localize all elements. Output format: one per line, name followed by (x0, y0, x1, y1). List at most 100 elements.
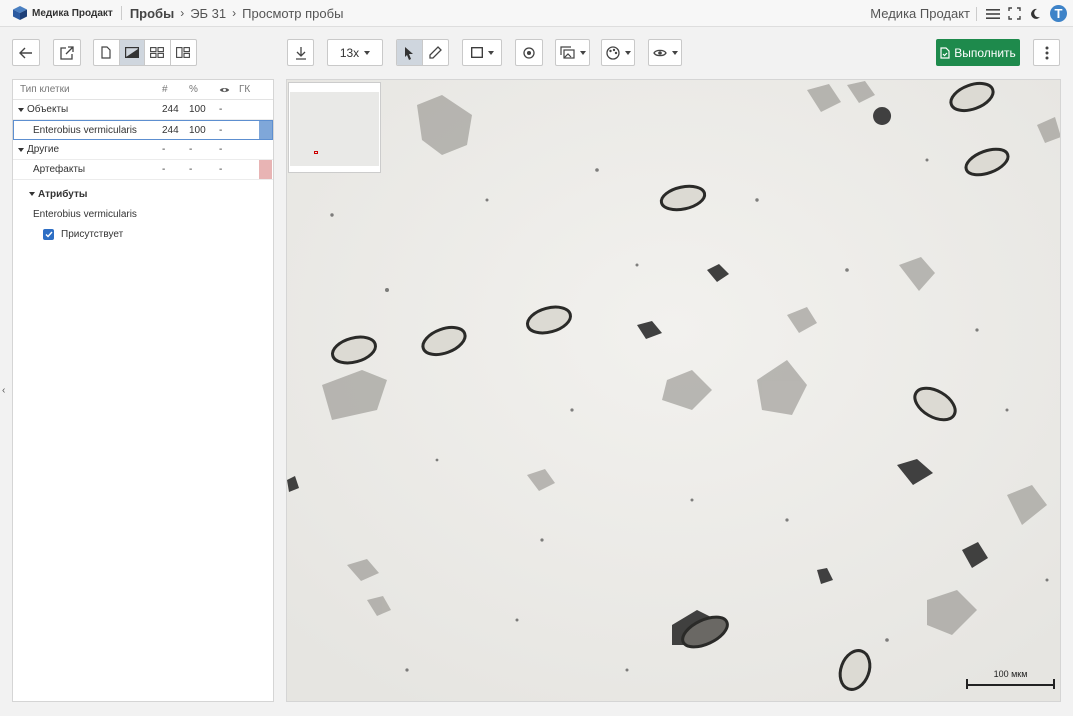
scale-bar-label: 100 мкм (993, 669, 1028, 679)
table-row-artifacts[interactable]: Артефакты - - - (13, 160, 273, 180)
split-view-icon (176, 47, 191, 58)
col-header-visibility (219, 80, 230, 99)
chevron-right-icon: › (180, 6, 185, 20)
kebab-menu-icon (1045, 46, 1048, 59)
present-checkbox[interactable] (43, 228, 54, 240)
attributes-section: Атрибуты Enterobius vermicularis Присутс… (13, 180, 273, 241)
row-percent: - (189, 164, 193, 175)
attribute-class-name: Enterobius vermicularis (33, 208, 137, 220)
chevron-down-icon (624, 50, 631, 55)
checkmark-icon (45, 231, 53, 238)
zoom-value: 13x (339, 45, 360, 60)
download-icon (295, 46, 306, 60)
cursor-icon (405, 46, 414, 60)
minimap-viewport-marker[interactable] (314, 151, 318, 154)
attributes-title: Атрибуты (38, 188, 88, 200)
breadcrumb-current: Просмотр пробы (242, 5, 344, 21)
class-color-swatch[interactable] (259, 121, 272, 139)
logo-text: Медика Продакт (32, 7, 113, 19)
collapse-panel-icon[interactable]: ‹ (2, 385, 5, 396)
row-visibility[interactable]: - (219, 140, 222, 159)
present-checkbox-label: Присутствует (61, 228, 124, 240)
row-visibility[interactable]: - (219, 100, 222, 119)
chevron-right-icon: › (232, 6, 237, 20)
user-avatar[interactable]: T (1050, 5, 1067, 22)
document-icon (101, 46, 111, 59)
arrow-left-icon (19, 47, 32, 58)
triangle-down-icon (18, 107, 24, 112)
present-checkbox-row[interactable]: Присутствует (43, 227, 273, 241)
minimap-image (290, 92, 379, 166)
row-visibility[interactable]: - (219, 160, 222, 179)
select-tool-button[interactable] (397, 40, 423, 65)
fullscreen-icon[interactable] (1005, 5, 1023, 23)
cube-logo-icon (13, 6, 27, 20)
chevron-down-icon (364, 50, 371, 55)
table-row-enterobius[interactable]: Enterobius vermicularis 244 100 - (13, 120, 273, 140)
draw-tool-button[interactable] (423, 40, 448, 65)
view-mode-document-button[interactable] (94, 40, 120, 65)
header-divider (120, 6, 122, 20)
scale-bar-line (966, 684, 1055, 686)
pencil-icon (429, 46, 442, 59)
eye-icon (219, 87, 230, 92)
chevron-down-icon (671, 50, 678, 55)
cell-types-panel: Тип клетки # % ГК Объекты 244 100 - Ente… (12, 79, 274, 702)
eye-icon (652, 49, 667, 56)
app-logo[interactable]: Медика Продакт (12, 5, 113, 21)
row-percent: 100 (189, 104, 206, 115)
triangle-down-icon (29, 192, 35, 196)
table-row-other[interactable]: Другие - - - (13, 140, 273, 160)
view-mode-grid-button[interactable] (145, 40, 171, 65)
target-button[interactable] (515, 39, 543, 66)
row-visibility[interactable]: - (219, 121, 222, 139)
row-count: 244 (162, 124, 179, 136)
table-header: Тип клетки # % ГК (13, 80, 273, 100)
dark-mode-icon[interactable] (1026, 5, 1044, 23)
view-mode-split-button[interactable] (171, 40, 196, 65)
document-check-icon (940, 46, 950, 59)
row-label: Enterobius vermicularis (33, 124, 137, 136)
row-name: Другие (18, 140, 59, 159)
grid-icon (150, 47, 165, 58)
class-color-swatch[interactable] (259, 160, 272, 179)
back-button[interactable] (12, 39, 40, 66)
run-button-label: Выполнить (954, 45, 1016, 60)
tool-group (396, 39, 449, 66)
layers-dropdown[interactable] (555, 39, 590, 66)
header-divider (976, 6, 977, 21)
view-mode-image-button[interactable] (119, 40, 145, 65)
download-button[interactable] (287, 39, 314, 66)
palette-icon (605, 45, 620, 60)
menu-icon[interactable] (984, 5, 1002, 23)
row-count: 244 (162, 104, 179, 115)
breadcrumb-sample-id[interactable]: ЭБ 31 (190, 6, 226, 21)
table-row-objects[interactable]: Объекты 244 100 - (13, 100, 273, 120)
breadcrumb-samples[interactable]: Пробы (130, 6, 174, 21)
microscope-image (287, 80, 1060, 701)
run-button[interactable]: Выполнить (936, 39, 1020, 66)
row-percent: 100 (189, 124, 206, 136)
image-viewer[interactable]: 100 мкм (286, 79, 1061, 702)
col-header-percent: % (189, 84, 198, 95)
palette-dropdown[interactable] (601, 39, 635, 66)
attributes-toggle[interactable]: Атрибуты (29, 187, 273, 201)
open-external-button[interactable] (53, 39, 81, 66)
chevron-down-icon (579, 50, 586, 55)
region-tool-dropdown[interactable] (462, 39, 502, 66)
image-stack-icon (559, 46, 575, 59)
visibility-dropdown[interactable] (648, 39, 682, 66)
external-link-icon (60, 45, 74, 60)
header-right: Медика Продакт T (870, 0, 1067, 27)
col-header-name: Тип клетки (20, 84, 70, 95)
row-name: Объекты (18, 100, 68, 119)
zoom-select[interactable]: 13x (327, 39, 383, 66)
col-header-count: # (162, 84, 168, 95)
breadcrumb: Пробы › ЭБ 31 › Просмотр пробы (130, 6, 344, 21)
more-options-button[interactable] (1033, 39, 1060, 66)
row-label: Другие (27, 144, 60, 155)
minimap[interactable] (288, 82, 381, 173)
view-mode-group (93, 39, 197, 66)
crosshair-icon (523, 46, 535, 59)
chevron-down-icon (487, 50, 494, 55)
